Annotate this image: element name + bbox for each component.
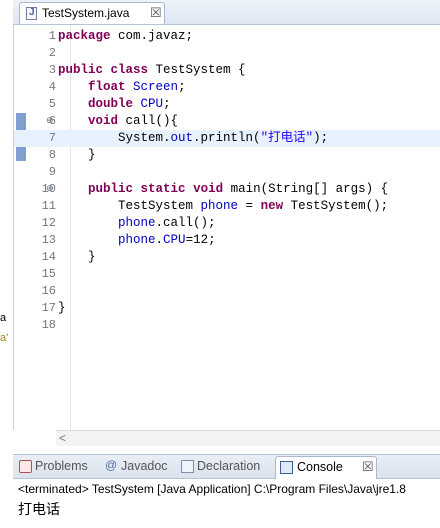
code-line[interactable]: 8 } (14, 147, 440, 164)
line-number: 13 (41, 233, 56, 247)
tab-javadoc[interactable]: @ Javadoc (105, 458, 177, 478)
line-number: 3 (48, 63, 56, 77)
tab-label: Console (297, 460, 343, 474)
line-number: 16 (41, 284, 56, 298)
code-text: public class TestSystem { (58, 63, 246, 77)
line-number: 1 (48, 29, 56, 43)
code-text: void call(){ (88, 114, 179, 128)
tab-declaration[interactable]: Declaration (181, 458, 273, 478)
line-number: 9 (48, 165, 56, 179)
close-icon[interactable]: ☒ (362, 459, 374, 475)
code-line[interactable]: 7 System.out.println("打电话"); (14, 130, 440, 147)
code-line[interactable]: 17} (14, 300, 440, 317)
code-line[interactable]: 2 (14, 45, 440, 62)
code-text: phone.CPU=12; (118, 233, 216, 247)
line-number: 11 (41, 199, 56, 213)
line-number: 14 (41, 250, 56, 264)
line-number: 12 (41, 216, 56, 230)
console-output: 打电话 (18, 502, 60, 518)
editor-tab-testsystem[interactable]: TestSystem.java ☒ (19, 2, 165, 24)
editor-tab-label: TestSystem.java (42, 6, 130, 20)
line-number: 2 (48, 46, 56, 60)
close-icon[interactable]: ☒ (150, 5, 162, 21)
code-text: public static void main(String[] args) { (88, 182, 389, 196)
editor-tab-bar: TestSystem.java ☒ (13, 0, 440, 25)
code-line[interactable]: 10 ⊖ public static void main(String[] arg… (14, 181, 440, 198)
java-file-icon (26, 7, 37, 20)
line-number: 8 (48, 148, 56, 162)
line-number: 17 (41, 301, 56, 315)
code-line[interactable]: 18 (14, 317, 440, 334)
code-line[interactable]: 6 ⊖ void call(){ (14, 113, 440, 130)
tab-console[interactable]: Console ☒ (275, 456, 377, 479)
code-line[interactable]: 9 (14, 164, 440, 181)
left-view-sliver: a a' (0, 0, 12, 528)
code-text: float Screen; (88, 80, 186, 94)
views-tab-bar: Problems @ Javadoc Declaration Console ☒ (13, 454, 440, 479)
code-line[interactable]: 11 TestSystem phone = new TestSystem(); (14, 198, 440, 215)
code-line[interactable]: 3 public class TestSystem { (14, 62, 440, 79)
line-number: 18 (41, 318, 56, 332)
horizontal-scrollbar[interactable]: < (56, 430, 440, 446)
problems-icon (19, 460, 32, 473)
tab-label: Javadoc (121, 459, 168, 473)
tab-label: Declaration (197, 459, 261, 473)
fold-toggle-icon[interactable]: ⊖ (46, 181, 54, 198)
code-text: } (58, 301, 66, 315)
console-view[interactable]: <terminated> TestSystem [Java Applicatio… (13, 479, 440, 528)
code-line[interactable]: 13 phone.CPU=12; (14, 232, 440, 249)
declaration-icon (181, 460, 194, 473)
code-line[interactable]: 1 package com.javaz; (14, 28, 440, 45)
code-text: System.out.println("打电话"); (58, 131, 329, 145)
left-view-fragment: a' (0, 332, 9, 344)
console-status: <terminated> TestSystem [Java Applicatio… (18, 482, 406, 496)
code-line[interactable]: 15 (14, 266, 440, 283)
fold-toggle-icon[interactable]: ⊖ (46, 113, 54, 130)
console-icon (280, 461, 293, 474)
code-text: package com.javaz; (58, 29, 194, 43)
code-editor[interactable]: 1 package com.javaz; 2 3 public class TestSy… (13, 25, 440, 430)
code-text: } (58, 250, 96, 264)
line-number: 5 (48, 97, 56, 111)
code-line[interactable]: 5 double CPU; (14, 96, 440, 113)
line-number: 15 (41, 267, 56, 281)
left-view-fragment: a (0, 312, 7, 324)
code-text: phone.call(); (118, 216, 216, 230)
code-text: double CPU; (88, 97, 171, 111)
line-number: 7 (48, 131, 56, 145)
code-line[interactable]: 16 (14, 283, 440, 300)
tab-problems[interactable]: Problems (19, 458, 99, 478)
code-text: } (58, 148, 96, 162)
code-line[interactable]: 12 phone.call(); (14, 215, 440, 232)
scroll-left-icon[interactable]: < (59, 431, 66, 446)
line-number: 4 (48, 80, 56, 94)
tab-label: Problems (35, 459, 88, 473)
javadoc-icon: @ (105, 458, 118, 472)
code-line[interactable]: 4 float Screen; (14, 79, 440, 96)
code-text: TestSystem phone = new TestSystem(); (58, 199, 389, 213)
code-line[interactable]: 14 } (14, 249, 440, 266)
